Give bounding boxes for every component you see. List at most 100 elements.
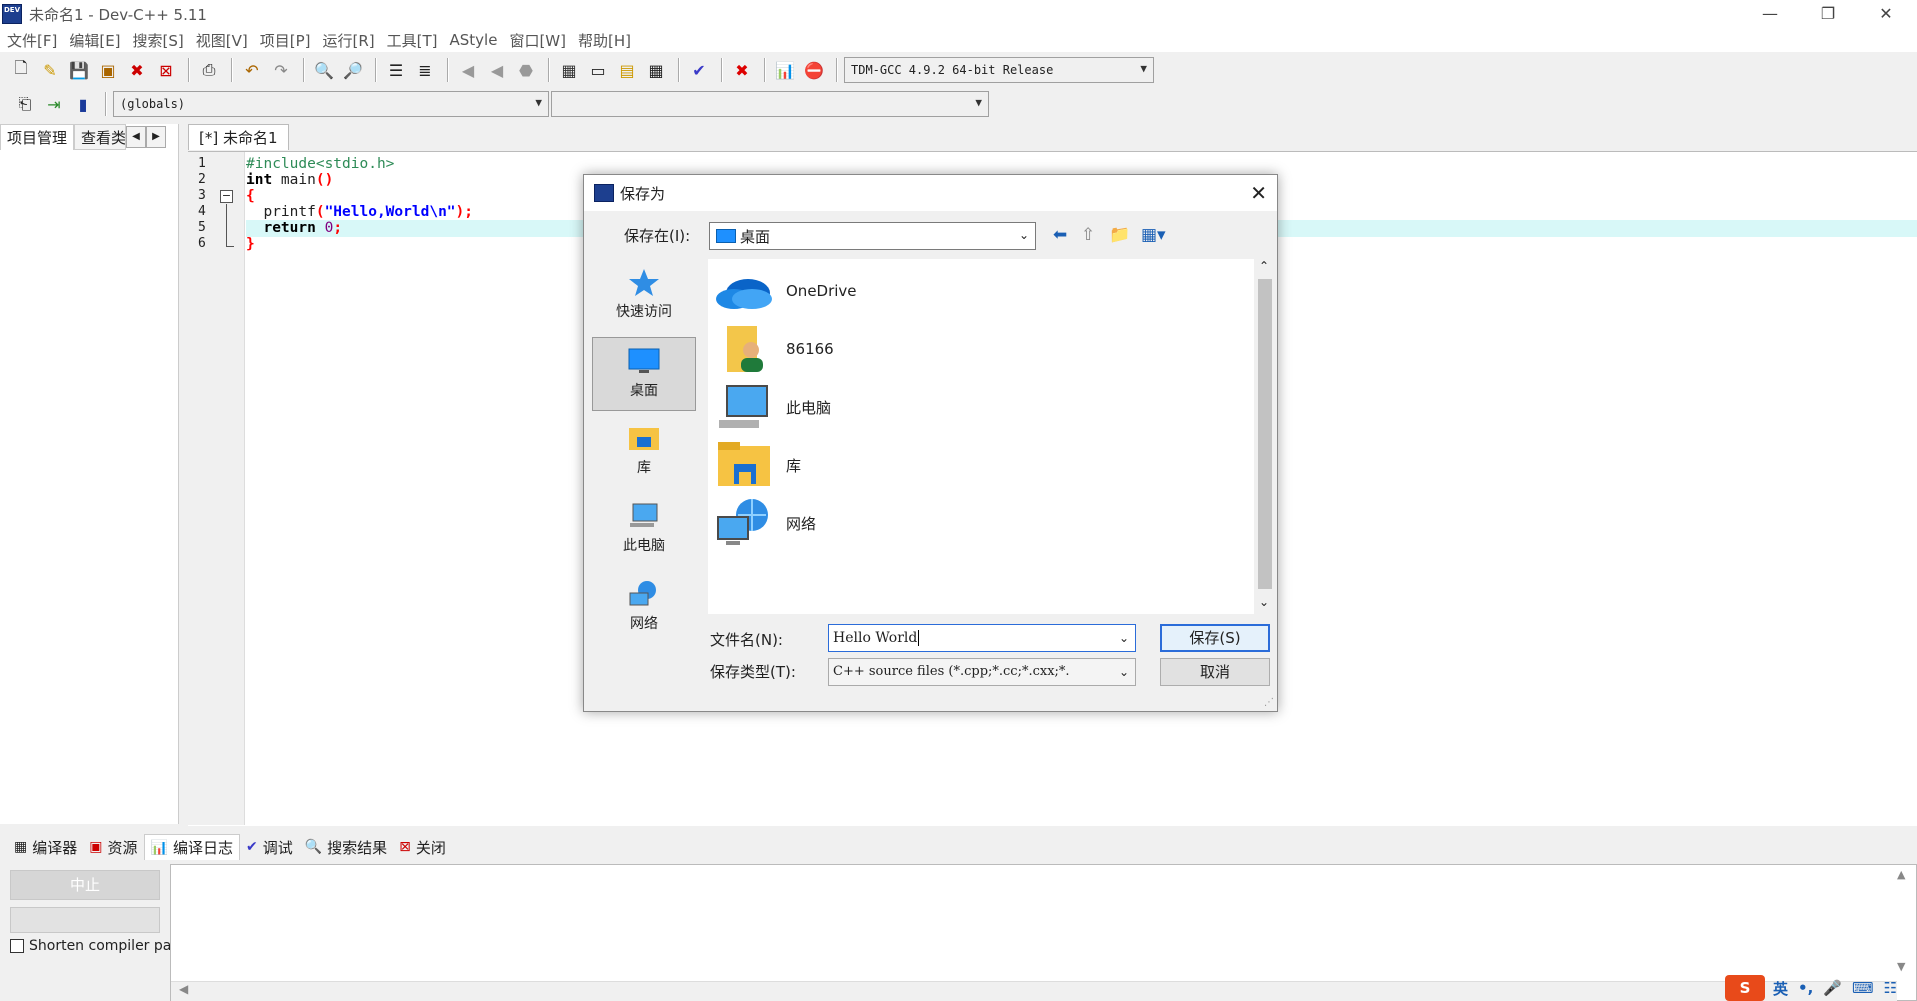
menu-file[interactable]: 文件[F] bbox=[4, 30, 66, 51]
delete-profile-icon[interactable]: ⛔ bbox=[801, 57, 827, 83]
tab-compile-log[interactable]: 📊 编译日志 bbox=[143, 834, 240, 860]
window-title: 未命名1 - Dev-C++ 5.11 bbox=[29, 5, 207, 24]
shorten-paths-option[interactable]: Shorten compiler pa bbox=[10, 938, 171, 954]
cancel-button[interactable]: 取消 bbox=[1160, 658, 1270, 686]
undo-icon[interactable]: ↶ bbox=[239, 57, 265, 83]
menu-project[interactable]: 项目[P] bbox=[257, 30, 320, 51]
fold-collapse-icon[interactable]: − bbox=[220, 190, 233, 203]
menu-window[interactable]: 窗口[W] bbox=[506, 30, 575, 51]
view-menu-icon[interactable]: ▦▾ bbox=[1141, 225, 1166, 245]
restore-button[interactable]: ❐ bbox=[1799, 0, 1857, 28]
tab-resources[interactable]: ▣ 资源 bbox=[83, 834, 143, 860]
resize-grip-icon[interactable]: ⋰ bbox=[1264, 697, 1274, 708]
tab-scroll-left-icon[interactable]: ◀ bbox=[126, 126, 147, 148]
new-folder-icon[interactable]: 📁 bbox=[1109, 225, 1130, 245]
compile-run-icon[interactable]: ▤ bbox=[614, 57, 640, 83]
bar-chart-icon: 📊 bbox=[150, 839, 168, 856]
place-label: 此电脑 bbox=[623, 538, 665, 554]
stop-icon[interactable]: ✖ bbox=[729, 57, 755, 83]
tab-debug[interactable]: ✔ 调试 bbox=[240, 834, 299, 860]
find-icon[interactable]: 🔍 bbox=[311, 57, 337, 83]
tab-scroll-right-icon[interactable]: ▶ bbox=[146, 126, 167, 148]
microphone-icon[interactable]: 🎤 bbox=[1823, 979, 1842, 997]
tab-project-manager[interactable]: 项目管理 bbox=[0, 124, 75, 150]
menu-edit[interactable]: 编辑[E] bbox=[66, 30, 129, 51]
file-item-onedrive[interactable]: OneDrive bbox=[714, 261, 857, 321]
file-item-this-pc[interactable]: 此电脑 bbox=[714, 377, 831, 437]
compile-icon[interactable]: ▦ bbox=[556, 57, 582, 83]
rebuild-icon[interactable]: ▦ bbox=[643, 57, 669, 83]
up-folder-icon[interactable]: ⇧ bbox=[1081, 225, 1095, 245]
sogou-logo-icon[interactable]: S bbox=[1725, 975, 1765, 1001]
toggle-icon[interactable]: ⬣ bbox=[513, 57, 539, 83]
scroll-up-icon[interactable]: ▲ bbox=[1897, 868, 1905, 881]
forward-icon[interactable]: ◀ bbox=[484, 57, 510, 83]
close-window-button[interactable]: ✕ bbox=[1857, 0, 1915, 28]
menu-help[interactable]: 帮助[H] bbox=[575, 30, 640, 51]
editor-tab[interactable]: [*] 未命名1 bbox=[188, 124, 289, 150]
menu-tools[interactable]: 工具[T] bbox=[384, 30, 447, 51]
print-icon[interactable]: ⎙ bbox=[196, 57, 222, 83]
menu-astyle[interactable]: AStyle bbox=[447, 31, 507, 49]
scrollbar-thumb[interactable] bbox=[1258, 279, 1272, 589]
open-file-icon[interactable]: ✎ bbox=[37, 57, 63, 83]
save-button[interactable]: 保存(S) bbox=[1160, 624, 1270, 652]
tab-class-browser[interactable]: 查看类 bbox=[74, 124, 127, 150]
log-horizontal-scrollbar[interactable]: ◀ bbox=[171, 981, 1897, 1001]
scroll-up-icon[interactable]: ⌃ bbox=[1259, 259, 1269, 273]
goto-icon[interactable]: ⇥ bbox=[41, 91, 67, 117]
dialog-close-icon[interactable]: ✕ bbox=[1250, 181, 1267, 205]
file-item-user-folder[interactable]: 86166 bbox=[714, 319, 834, 379]
place-quick-access[interactable]: 快速访问 bbox=[592, 259, 696, 333]
new-file-icon[interactable]: 🗋 bbox=[8, 57, 34, 83]
abort-button[interactable]: 中止 bbox=[10, 870, 160, 900]
tab-close[interactable]: ⊠ 关闭 bbox=[393, 834, 452, 860]
profile-chart-icon[interactable]: 📊 bbox=[772, 57, 798, 83]
menu-search[interactable]: 搜索[S] bbox=[130, 30, 193, 51]
ime-grid-icon[interactable]: ☷ bbox=[1884, 979, 1897, 997]
tab-compiler[interactable]: ▦ 编译器 bbox=[8, 834, 83, 860]
menu-run[interactable]: 运行[R] bbox=[319, 30, 383, 51]
ime-mode[interactable]: 英 bbox=[1773, 978, 1788, 999]
back-icon[interactable]: ◀ bbox=[455, 57, 481, 83]
save-in-select[interactable]: 桌面 ⌄ bbox=[709, 222, 1036, 250]
scope-select[interactable]: (globals) ▼ bbox=[113, 91, 549, 117]
tab-search-results[interactable]: 🔍 搜索结果 bbox=[299, 834, 393, 860]
code-line-1: #include<stdio.h> bbox=[246, 156, 395, 172]
file-list-scrollbar[interactable]: ⌃ ⌄ bbox=[1254, 259, 1276, 614]
class-insert-icon[interactable]: ⎗ bbox=[12, 91, 38, 117]
minimize-button[interactable]: — bbox=[1741, 0, 1799, 28]
keyboard-icon[interactable]: ⌨ bbox=[1852, 979, 1874, 997]
menu-view[interactable]: 视图[V] bbox=[193, 30, 257, 51]
scroll-down-icon[interactable]: ▼ bbox=[1897, 960, 1905, 973]
redo-icon[interactable]: ↷ bbox=[268, 57, 294, 83]
place-desktop[interactable]: 桌面 bbox=[592, 337, 696, 411]
chevron-down-icon[interactable]: ⌄ bbox=[1119, 625, 1129, 651]
close-file-icon[interactable]: ✖ bbox=[124, 57, 150, 83]
file-item-libraries[interactable]: 库 bbox=[714, 435, 801, 495]
save-all-icon[interactable]: ▣ bbox=[95, 57, 121, 83]
place-libraries[interactable]: 库 bbox=[592, 415, 696, 489]
save-icon[interactable]: 💾 bbox=[66, 57, 92, 83]
replace-icon[interactable]: 🔎 bbox=[340, 57, 366, 83]
place-network[interactable]: 网络 bbox=[592, 571, 696, 645]
place-this-pc[interactable]: 此电脑 bbox=[592, 493, 696, 567]
close-all-icon[interactable]: ⊠ bbox=[153, 57, 179, 83]
toolbar-separator bbox=[764, 58, 766, 82]
bookmark-icon[interactable]: ▮ bbox=[70, 91, 96, 117]
run-icon[interactable]: ▭ bbox=[585, 57, 611, 83]
ime-punctuation[interactable]: •, bbox=[1798, 979, 1813, 997]
unindent-icon[interactable]: ≣ bbox=[412, 57, 438, 83]
indent-icon[interactable]: ☰ bbox=[383, 57, 409, 83]
chevron-down-icon: ⌄ bbox=[1115, 659, 1129, 685]
filetype-select[interactable]: C++ source files (*.cpp;*.cc;*.cxx;*. ⌄ bbox=[828, 658, 1136, 686]
back-arrow-icon[interactable]: ⬅ bbox=[1053, 225, 1067, 245]
file-item-network[interactable]: 网络 bbox=[714, 493, 816, 553]
debug-check-icon[interactable]: ✔ bbox=[686, 57, 712, 83]
editor-gutter: 1 2 3 4 5 6 − bbox=[188, 152, 245, 825]
compiler-select[interactable]: TDM-GCC 4.9.2 64-bit Release ▼ bbox=[844, 57, 1154, 83]
shorten-checkbox[interactable] bbox=[10, 939, 24, 953]
symbol-select[interactable]: ▼ bbox=[551, 91, 989, 117]
filename-input[interactable]: Hello World ⌄ bbox=[828, 624, 1136, 652]
scroll-down-icon[interactable]: ⌄ bbox=[1259, 595, 1269, 609]
